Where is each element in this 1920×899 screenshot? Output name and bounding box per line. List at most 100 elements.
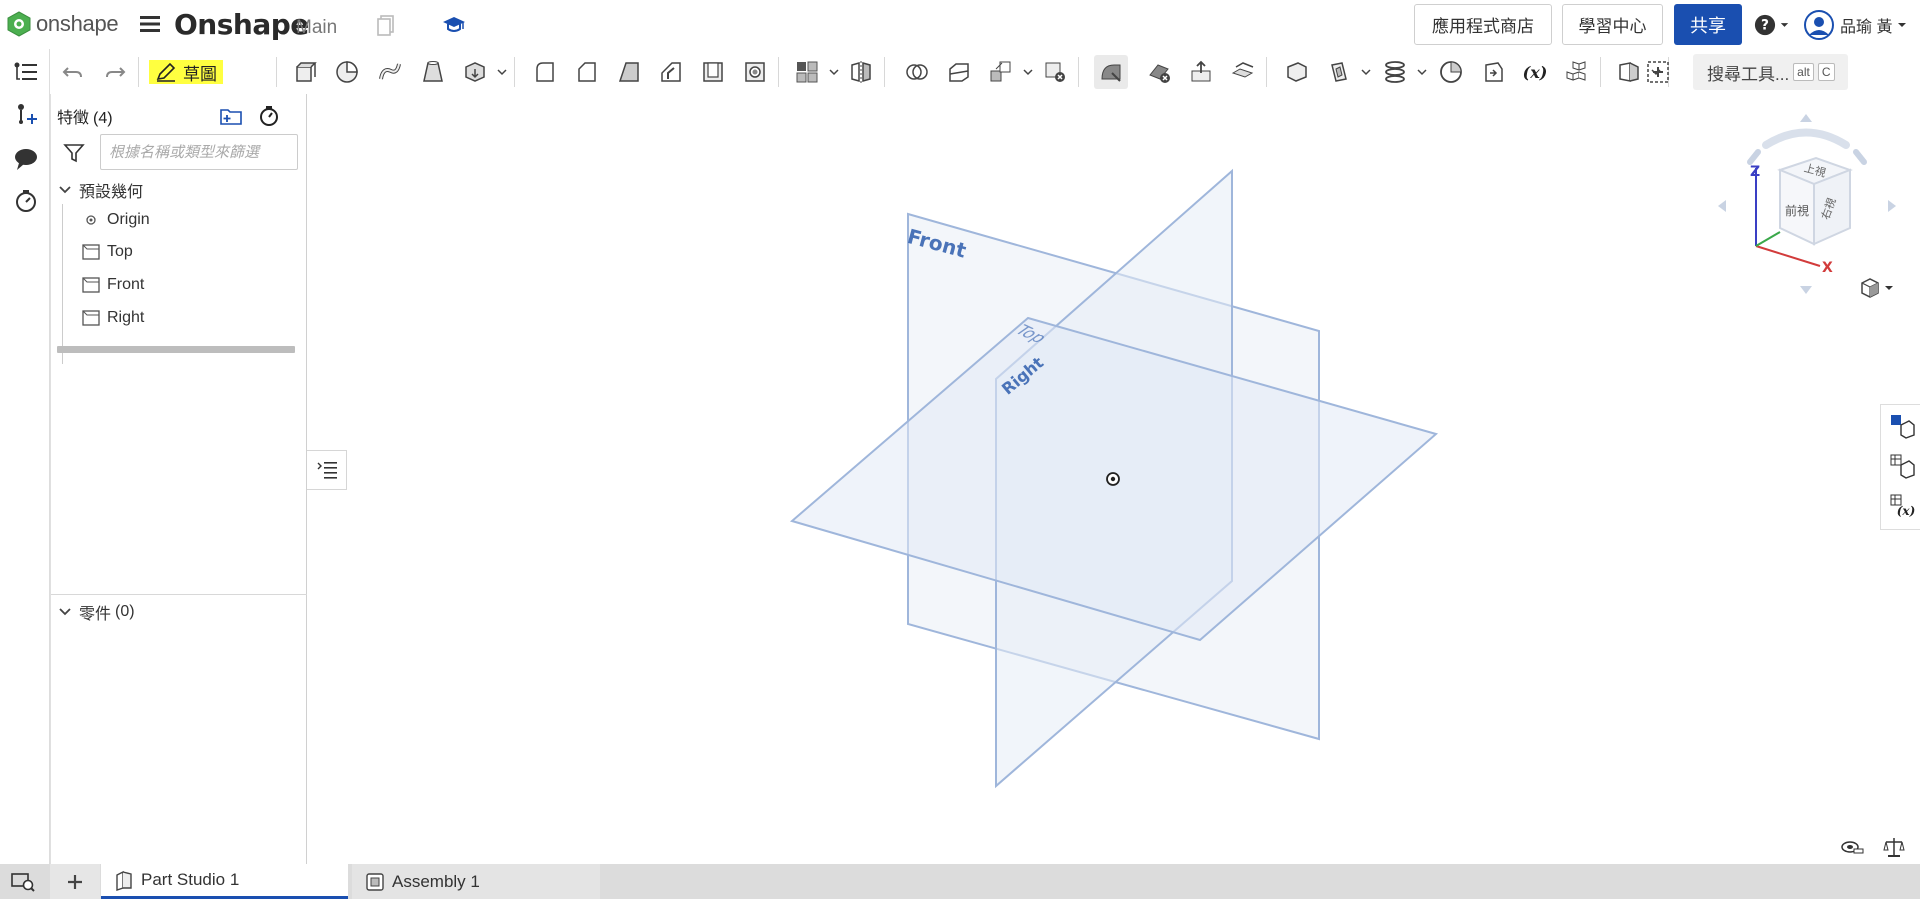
- tab-manager-icon[interactable]: [10, 870, 36, 894]
- learning-center-button[interactable]: 學習中心: [1562, 4, 1663, 45]
- helix-icon: [1385, 61, 1405, 83]
- helix-button[interactable]: [1380, 57, 1410, 87]
- appearances-icon[interactable]: [1889, 413, 1915, 439]
- axis-z-label: Z: [1750, 164, 1760, 180]
- modify-fillet-button[interactable]: [1094, 55, 1128, 89]
- rollback-timer-icon[interactable]: [257, 104, 281, 128]
- revolve-button[interactable]: [332, 57, 362, 87]
- rib-button[interactable]: [656, 57, 686, 87]
- feature-filter-input[interactable]: [100, 134, 298, 170]
- user-name: 品瑜 黃: [1840, 19, 1893, 36]
- learning-cap-icon[interactable]: [442, 13, 466, 37]
- revolve-icon: [336, 61, 358, 83]
- part-studio-icon: [116, 870, 132, 891]
- variable-button[interactable]: (x): [1520, 57, 1550, 87]
- loft-button[interactable]: [418, 57, 448, 87]
- sweep-icon: [379, 63, 401, 80]
- bill-of-materials-icon[interactable]: [1889, 453, 1915, 479]
- comments-icon[interactable]: [12, 145, 40, 173]
- undo-button[interactable]: [58, 57, 88, 87]
- add-custom-feature-button[interactable]: [1643, 57, 1673, 87]
- chevron-down-icon[interactable]: [1360, 67, 1372, 77]
- chevron-down-icon: [1780, 23, 1789, 27]
- move-face-button[interactable]: [1186, 57, 1216, 87]
- fillet-button[interactable]: [530, 57, 560, 87]
- tab-part-studio-1[interactable]: Part Studio 1: [101, 864, 348, 899]
- mass-properties-icon[interactable]: [1882, 836, 1906, 858]
- tab-assembly-1[interactable]: Assembly 1: [352, 864, 600, 899]
- document-title[interactable]: Onshape: [174, 8, 309, 41]
- draft-button[interactable]: [614, 57, 644, 87]
- view-options-dropdown[interactable]: [1858, 276, 1898, 302]
- search-tools-button[interactable]: 搜尋工具... alt C: [1693, 54, 1848, 90]
- sheet-metal-button[interactable]: [1436, 57, 1466, 87]
- onshape-logo-icon: [7, 11, 31, 37]
- replace-face-button[interactable]: [1228, 57, 1258, 87]
- boolean-button[interactable]: [902, 57, 932, 87]
- feature-top-plane[interactable]: Top: [81, 240, 133, 264]
- parts-group[interactable]: 零件 (0): [57, 600, 135, 624]
- linear-pattern-icon: [796, 61, 818, 83]
- insert-icon[interactable]: [12, 101, 40, 129]
- feature-list-header: 特徵 (4): [57, 104, 113, 128]
- split-button[interactable]: [944, 57, 974, 87]
- default-geometry-group[interactable]: 預設幾何: [57, 178, 143, 202]
- chevron-down-icon[interactable]: [1416, 67, 1428, 77]
- share-button[interactable]: 共享: [1674, 4, 1742, 45]
- filter-icon[interactable]: [63, 142, 85, 164]
- feature-name: Origin: [107, 211, 150, 228]
- feature-front-plane[interactable]: Front: [81, 273, 144, 297]
- chevron-down-icon: [59, 608, 71, 616]
- avatar-icon: [1804, 10, 1834, 40]
- chevron-down-icon[interactable]: [828, 67, 840, 77]
- transform-button[interactable]: [986, 57, 1016, 87]
- help-menu[interactable]: ?: [1754, 13, 1790, 37]
- sketch-button[interactable]: 草圖: [143, 57, 271, 87]
- branch-name[interactable]: Main: [296, 17, 337, 39]
- rollback-bar[interactable]: [57, 346, 295, 353]
- extrude-button[interactable]: [290, 57, 320, 87]
- configuration-variables-icon[interactable]: (x): [1889, 493, 1915, 519]
- thicken-icon: [465, 62, 485, 82]
- graphics-viewport[interactable]: Front Top Right: [308, 94, 1920, 864]
- feature-list-title: 特徵: [57, 110, 90, 127]
- mate-connector-button[interactable]: [1324, 57, 1354, 87]
- onshape-logo[interactable]: onshape: [6, 11, 119, 37]
- delete-part-button[interactable]: [1040, 57, 1070, 87]
- shell-button[interactable]: [698, 57, 728, 87]
- help-icon: ?: [1754, 14, 1776, 36]
- logo-text: onshape: [36, 11, 119, 36]
- feature-origin[interactable]: Origin: [81, 208, 150, 232]
- default-planes[interactable]: [308, 94, 1920, 864]
- feature-list-icon[interactable]: [12, 59, 40, 87]
- redo-button[interactable]: [100, 57, 130, 87]
- view-cube-small-icon: [1861, 278, 1879, 298]
- mate-connector-icon: [1331, 62, 1347, 82]
- section-view-button[interactable]: [1614, 57, 1644, 87]
- delete-face-button[interactable]: [1144, 57, 1174, 87]
- chevron-down-icon[interactable]: [496, 67, 508, 77]
- add-folder-icon[interactable]: [219, 104, 243, 128]
- thicken-button[interactable]: [460, 57, 490, 87]
- versions-icon[interactable]: [374, 13, 398, 37]
- left-rail: [0, 49, 50, 899]
- sweep-button[interactable]: [375, 57, 405, 87]
- measure-tool-icon[interactable]: [1840, 836, 1864, 858]
- transform-icon: [990, 61, 1011, 82]
- menu-icon[interactable]: [140, 15, 160, 33]
- configurations-button[interactable]: [1562, 57, 1592, 87]
- app-store-button[interactable]: 應用程式商店: [1414, 4, 1552, 45]
- user-menu[interactable]: 品瑜 黃: [1804, 10, 1908, 40]
- derived-button[interactable]: [1478, 57, 1508, 87]
- hole-button[interactable]: [740, 57, 770, 87]
- pattern-button[interactable]: [792, 57, 822, 87]
- add-tab-button[interactable]: [50, 864, 100, 899]
- plane-button[interactable]: [1282, 57, 1312, 87]
- chevron-down-icon[interactable]: [1022, 67, 1034, 77]
- feature-right-plane[interactable]: Right: [81, 306, 144, 330]
- mirror-button[interactable]: [846, 57, 876, 87]
- history-timer-icon[interactable]: [12, 187, 40, 215]
- chamfer-button[interactable]: [572, 57, 602, 87]
- split-icon: [949, 63, 969, 82]
- sketch-label: 草圖: [183, 64, 217, 84]
